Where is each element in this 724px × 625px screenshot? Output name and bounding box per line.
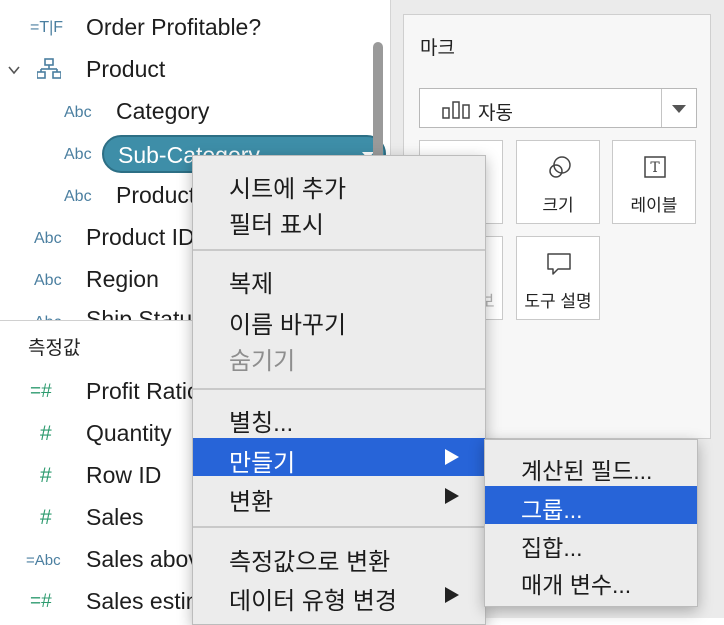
menu-item-change-data-type[interactable]: 데이터 유형 변경 bbox=[193, 576, 485, 615]
menu-separator bbox=[193, 388, 485, 390]
menu-item-transform[interactable]: 변환 bbox=[193, 477, 485, 516]
submenu-arrow-icon bbox=[445, 488, 459, 504]
field-category[interactable]: Abc Category bbox=[0, 90, 390, 132]
calc-measure-icon: =# bbox=[30, 591, 52, 612]
submenu-item-parameter[interactable]: 매개 변수... bbox=[485, 561, 697, 599]
string-icon: Abc bbox=[64, 146, 92, 163]
calc-measure-icon: =# bbox=[30, 381, 52, 402]
label-icon: T bbox=[644, 156, 666, 178]
chevron-down-icon[interactable] bbox=[672, 105, 686, 113]
submenu-item-set[interactable]: 집합... bbox=[485, 524, 697, 562]
menu-separator bbox=[193, 526, 485, 528]
field-label: Order Profitable? bbox=[86, 14, 262, 40]
menu-item-aliases[interactable]: 별칭... bbox=[193, 398, 485, 437]
mark-type-label: 자동 bbox=[478, 103, 513, 124]
mark-button-label: 레이블 bbox=[630, 196, 678, 215]
context-menu: 시트에 추가 필터 표시 복제 이름 바꾸기 숨기기 별칭... 만들기 변환 … bbox=[192, 155, 486, 625]
size-button[interactable]: 크기 bbox=[516, 140, 600, 224]
field-order-profitable[interactable]: =T|F Order Profitable? bbox=[0, 6, 390, 48]
menu-item-label: 복제 bbox=[229, 271, 274, 298]
bar-chart-icon bbox=[442, 101, 470, 119]
field-label: Category bbox=[116, 98, 210, 124]
menu-item-label: 별칭... bbox=[229, 410, 294, 437]
field-label: Region bbox=[86, 266, 159, 292]
field-label: Sales bbox=[86, 504, 144, 530]
number-icon: # bbox=[40, 464, 52, 487]
field-label: Ship Statu bbox=[86, 306, 193, 320]
menu-item-label: 집합... bbox=[521, 535, 583, 561]
label-button[interactable]: T 레이블 bbox=[612, 140, 696, 224]
tooltip-button[interactable]: 도구 설명 bbox=[516, 236, 600, 320]
menu-item-label: 변환 bbox=[229, 489, 274, 516]
mark-button-label: 도구 설명 bbox=[524, 292, 592, 311]
menu-item-label: 이름 바꾸기 bbox=[229, 312, 347, 339]
calc-string-icon: =Abc bbox=[26, 552, 61, 569]
menu-item-label: 숨기기 bbox=[229, 348, 296, 375]
menu-item-label: 만들기 bbox=[229, 450, 296, 477]
menu-item-label: 시트에 추가 bbox=[229, 176, 347, 203]
field-label: Product ID bbox=[86, 224, 195, 250]
number-icon: # bbox=[40, 506, 52, 529]
string-icon: Abc bbox=[34, 272, 62, 289]
field-product-hierarchy[interactable]: Product bbox=[0, 48, 390, 90]
submenu-item-group[interactable]: 그룹... bbox=[485, 486, 697, 524]
svg-text:T: T bbox=[650, 160, 660, 176]
chevron-down-icon[interactable] bbox=[8, 64, 20, 76]
number-icon: # bbox=[40, 422, 52, 445]
field-label: Profit Ratio bbox=[86, 378, 200, 404]
hierarchy-icon bbox=[37, 58, 61, 79]
dropdown-separator bbox=[661, 89, 662, 127]
tooltip-icon bbox=[547, 253, 571, 275]
menu-item-label: 측정값으로 변환 bbox=[229, 549, 391, 576]
mark-type-dropdown[interactable]: 자동 bbox=[419, 88, 697, 128]
menu-item-add-to-sheet[interactable]: 시트에 추가 bbox=[193, 164, 485, 203]
menu-item-label: 계산된 필드... bbox=[521, 458, 653, 484]
submenu-arrow-icon bbox=[445, 587, 459, 603]
submenu-arrow-icon bbox=[445, 449, 459, 465]
size-icon bbox=[549, 156, 571, 178]
field-label: Row ID bbox=[86, 462, 162, 488]
submenu-item-calculated-field[interactable]: 계산된 필드... bbox=[485, 447, 697, 485]
string-icon: Abc bbox=[64, 104, 92, 121]
menu-item-label: 데이터 유형 변경 bbox=[229, 588, 397, 615]
measures-header-label: 측정값 bbox=[28, 338, 81, 359]
mark-button-label: 크기 bbox=[542, 196, 574, 215]
menu-item-duplicate[interactable]: 복제 bbox=[193, 259, 485, 298]
field-label: Product bbox=[86, 56, 166, 82]
menu-separator bbox=[193, 249, 485, 251]
menu-item-create[interactable]: 만들기 bbox=[193, 438, 485, 477]
menu-item-rename[interactable]: 이름 바꾸기 bbox=[193, 300, 485, 339]
menu-item-convert-to-measure[interactable]: 측정값으로 변환 bbox=[193, 537, 485, 576]
menu-item-label: 매개 변수... bbox=[521, 572, 632, 598]
menu-item-show-filter[interactable]: 필터 표시 bbox=[193, 200, 485, 239]
string-icon: Abc bbox=[34, 230, 62, 247]
field-label: Quantity bbox=[86, 420, 172, 446]
menu-item-label: 필터 표시 bbox=[229, 212, 324, 239]
menu-item-hide: 숨기기 bbox=[193, 336, 485, 375]
create-submenu: 계산된 필드... 그룹... 집합... 매개 변수... bbox=[484, 439, 698, 607]
menu-item-label: 그룹... bbox=[521, 497, 583, 523]
marks-title: 마크 bbox=[420, 38, 455, 59]
boolean-calc-icon: =T|F bbox=[30, 19, 64, 36]
string-icon: Abc bbox=[64, 188, 92, 205]
